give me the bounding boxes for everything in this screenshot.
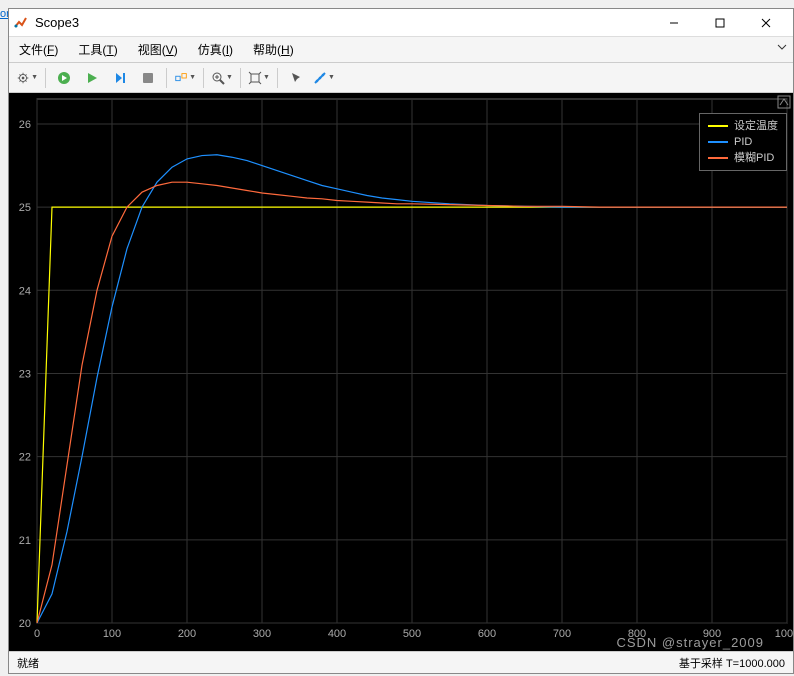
svg-text:900: 900 — [703, 628, 721, 640]
stop-button[interactable] — [136, 66, 160, 90]
separator — [166, 68, 167, 88]
svg-text:200: 200 — [178, 628, 196, 640]
legend-entry-fuzzy: 模糊PID — [708, 150, 778, 166]
svg-text:100: 100 — [103, 628, 121, 640]
trigger-indicator-icon — [777, 95, 791, 112]
close-button[interactable] — [743, 9, 789, 37]
svg-text:26: 26 — [19, 119, 31, 131]
legend-swatch — [708, 157, 728, 159]
minimize-button[interactable] — [651, 9, 697, 37]
svg-text:600: 600 — [478, 628, 496, 640]
chart-canvas: 0 100 200 300 400 500 600 700 800 900 1000 20 21 22 23… — [9, 93, 793, 651]
play-button[interactable] — [80, 66, 104, 90]
matlab-icon — [13, 15, 29, 31]
toolbar: ▼ ▼ ▼ ▼ ▼ — [9, 63, 793, 93]
legend: 设定温度 PID 模糊PID — [699, 113, 787, 171]
menu-tool[interactable]: 工具(T) — [74, 39, 121, 60]
statusbar: 就绪 基于采样 T=1000.000 — [9, 651, 793, 673]
legend-swatch — [708, 141, 728, 143]
settings-button[interactable]: ▼ — [15, 66, 39, 90]
status-right: 基于采样 T=1000.000 — [679, 655, 785, 671]
separator — [45, 68, 46, 88]
zoom-button[interactable]: ▼ — [210, 66, 234, 90]
trigger-button[interactable]: ▼ — [173, 66, 197, 90]
svg-text:700: 700 — [553, 628, 571, 640]
svg-text:21: 21 — [19, 535, 31, 547]
step-button[interactable] — [108, 66, 132, 90]
svg-text:25: 25 — [19, 202, 31, 214]
separator — [203, 68, 204, 88]
plot-area[interactable]: 0 100 200 300 400 500 600 700 800 900 1000 20 21 22 23… — [9, 93, 793, 651]
separator — [277, 68, 278, 88]
svg-text:800: 800 — [628, 628, 646, 640]
menubar: 文件(F) 工具(T) 视图(V) 仿真(I) 帮助(H) — [9, 37, 793, 63]
menu-view[interactable]: 视图(V) — [134, 39, 182, 60]
window-title: Scope3 — [35, 15, 651, 30]
menu-overflow-icon[interactable] — [777, 41, 787, 51]
svg-text:400: 400 — [328, 628, 346, 640]
cursor-button[interactable] — [284, 66, 308, 90]
svg-text:1000: 1000 — [775, 628, 793, 640]
svg-text:23: 23 — [19, 368, 31, 380]
svg-text:22: 22 — [19, 452, 31, 464]
measure-button[interactable]: ▼ — [312, 66, 336, 90]
legend-entry-setpoint: 设定温度 — [708, 118, 778, 134]
svg-text:500: 500 — [403, 628, 421, 640]
run-button[interactable] — [52, 66, 76, 90]
svg-text:0: 0 — [34, 628, 40, 640]
svg-text:24: 24 — [19, 285, 31, 297]
separator — [240, 68, 241, 88]
menu-sim[interactable]: 仿真(I) — [194, 39, 237, 60]
svg-text:300: 300 — [253, 628, 271, 640]
maximize-button[interactable] — [697, 9, 743, 37]
legend-entry-pid: PID — [708, 134, 778, 150]
menu-help[interactable]: 帮助(H) — [249, 39, 298, 60]
status-left: 就绪 — [17, 655, 39, 671]
scope-window: Scope3 文件(F) 工具(T) 视图(V) 仿真(I) 帮助(H) ▼ ▼… — [8, 8, 794, 674]
titlebar: Scope3 — [9, 9, 793, 37]
autoscale-button[interactable]: ▼ — [247, 66, 271, 90]
menu-file[interactable]: 文件(F) — [15, 39, 62, 60]
svg-text:20: 20 — [19, 618, 31, 630]
legend-swatch — [708, 125, 728, 127]
